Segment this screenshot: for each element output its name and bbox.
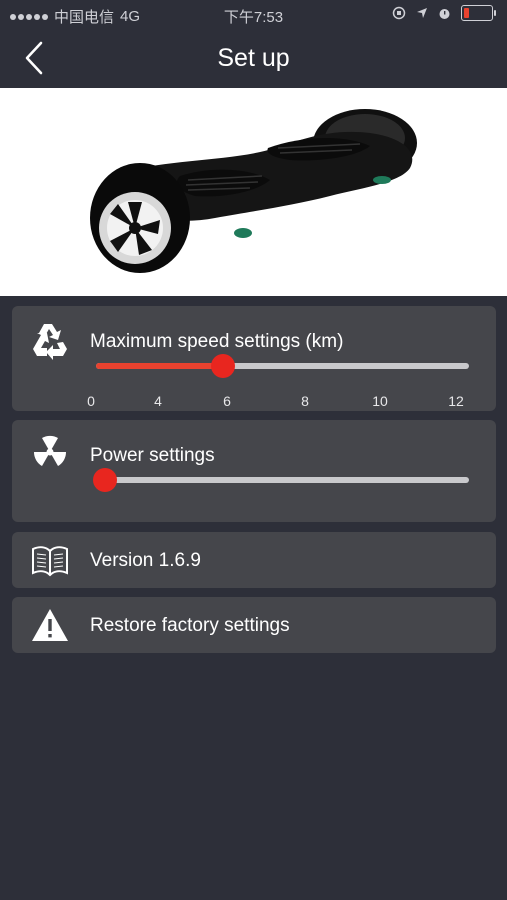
version-card[interactable]: Version 1.6.9	[12, 532, 496, 588]
speed-tick: 4	[154, 393, 162, 409]
location-icon	[417, 8, 427, 18]
power-settings-card: Power settings	[12, 420, 496, 522]
speed-settings-card: Maximum speed settings (km) 0 4 6 8 10 1…	[12, 306, 496, 411]
restore-factory-card[interactable]: Restore factory settings	[12, 597, 496, 653]
status-right	[392, 5, 496, 21]
speed-tick: 8	[301, 393, 309, 409]
speed-ticks: 0 4 6 8 10 12	[12, 306, 496, 409]
speed-tick: 10	[372, 393, 388, 409]
nav-bar: Set up	[0, 30, 507, 88]
warning-icon	[32, 609, 68, 641]
alarm-icon	[439, 8, 450, 19]
status-bar: 中国电信 4G 下午7:53	[0, 0, 507, 30]
battery-icon	[461, 5, 496, 21]
rotation-lock-icon	[392, 6, 406, 20]
speed-slider-thumb[interactable]	[211, 354, 235, 378]
page-title: Set up	[217, 44, 290, 72]
hoverboard-illustration	[90, 109, 417, 273]
version-label: Version 1.6.9	[90, 550, 201, 571]
power-slider-thumb[interactable]	[93, 468, 117, 492]
radiation-icon	[33, 435, 67, 466]
restore-factory-label: Restore factory settings	[90, 615, 290, 636]
hoverboard-image	[0, 88, 507, 296]
speed-tick: 12	[448, 393, 464, 409]
speed-tick: 0	[87, 393, 95, 409]
speed-slider[interactable]	[96, 354, 469, 378]
power-settings-label: Power settings	[90, 445, 215, 466]
recycle-icon	[33, 324, 67, 360]
book-icon	[32, 546, 68, 577]
speed-tick: 6	[223, 393, 231, 409]
speed-slider-fill	[96, 363, 223, 369]
power-slider[interactable]	[93, 468, 469, 492]
speed-settings-label: Maximum speed settings (km)	[90, 331, 344, 352]
